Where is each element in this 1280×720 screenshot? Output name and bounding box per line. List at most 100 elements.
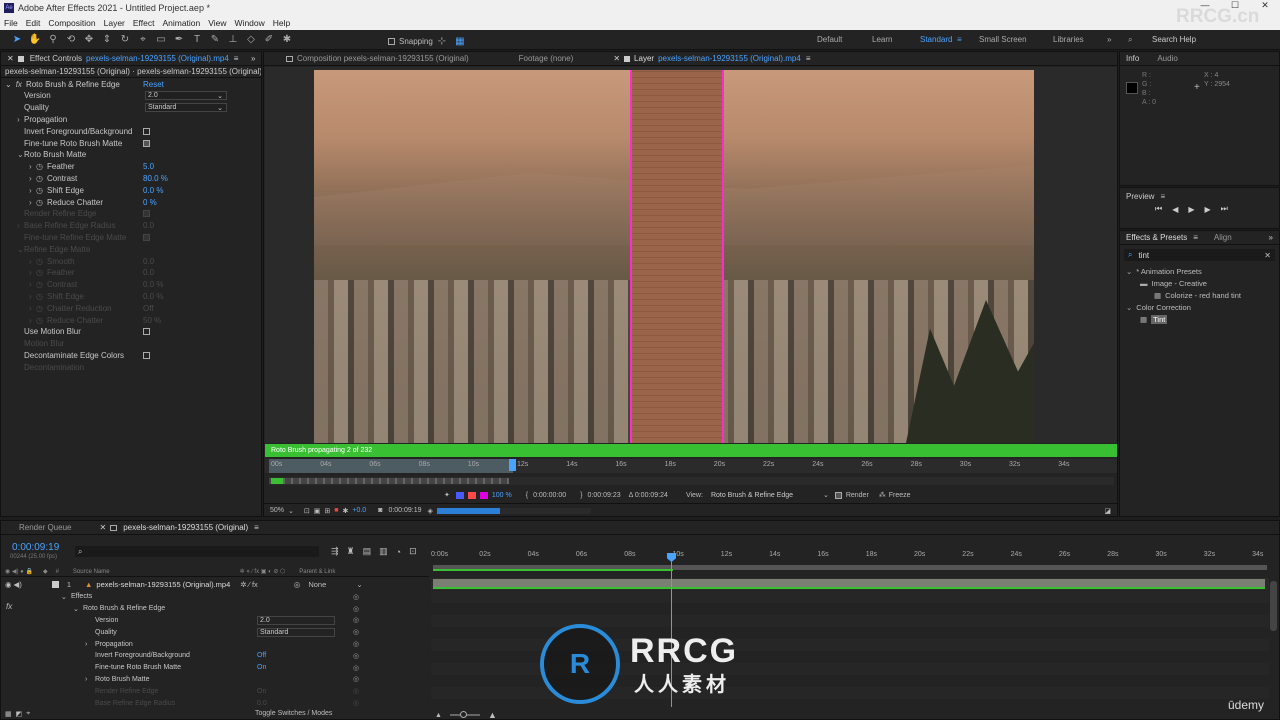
expand-arrow-icon[interactable]: › [29,316,32,325]
expand-arrow-icon[interactable]: ⌄ [17,150,24,159]
effect-prop-checkbox[interactable] [143,127,150,135]
effect-prop-value[interactable]: 0.0 % [143,280,163,289]
effect-prop-value[interactable]: 0 % [143,198,157,207]
expand-arrow-icon[interactable]: › [29,292,32,301]
timeline-prop-dropdown[interactable]: 2.0 [257,615,335,625]
pickwhip-icon[interactable]: ◎ [294,580,301,589]
out-point-icon[interactable]: } [580,492,582,499]
timeline-prop-row[interactable]: ⌄ Roto Brush & Refine Edge ◎ [1,603,429,615]
expand-arrow-icon[interactable]: › [17,221,20,230]
expand-arrow-icon[interactable]: ⌄ [17,245,24,254]
workspace-menu-icon[interactable]: ≡ [957,35,962,44]
effect-prop-row[interactable]: › ◷ Feather 0.0 [1,267,256,279]
stopwatch-icon[interactable]: ◷ [36,304,43,313]
stopwatch-icon[interactable]: ◷ [36,186,43,195]
close-layer-tab-icon[interactable]: ✕ [613,54,620,63]
expression-pickwhip-icon[interactable]: ◎ [353,699,359,707]
orbit-tool-icon[interactable]: ⟲ [64,33,78,47]
pen-tool-icon[interactable]: ✒ [172,33,186,47]
freeze-button[interactable]: Freeze [889,492,911,499]
viewer-canvas[interactable] [265,67,1117,443]
effect-prop-dropdown[interactable]: Standard ⌄ [145,102,227,112]
panel-menu-icon[interactable]: ≡ [1193,233,1198,242]
shy-layers-icon[interactable]: ▤ [363,546,372,557]
effect-prop-checkbox[interactable] [143,139,150,147]
in-time[interactable]: 0:00:00:00 [533,492,566,499]
viewer-playhead[interactable] [509,459,516,471]
timeline-comp-tab[interactable]: pexels-selman-19293155 (Original) [123,523,248,532]
in-point-icon[interactable]: { [526,492,528,499]
magnification-dropdown[interactable]: 50% [270,507,284,514]
clear-search-icon[interactable]: ✕ [1264,251,1271,260]
expression-pickwhip-icon[interactable]: ◎ [353,652,359,660]
preset-tree-item[interactable]: ▦ Colorize - red hand tint [1120,289,1279,301]
info-tab[interactable]: Info [1126,54,1139,63]
motion-blur-icon[interactable]: ◔ [396,547,401,557]
stopwatch-icon[interactable]: ◷ [36,280,43,289]
rotate-tool-icon[interactable]: ↻ [118,33,132,47]
effect-prop-row[interactable]: › ◷ Contrast 80.0 % [1,173,256,185]
view-dropdown[interactable]: Roto Brush & Refine Edge [711,492,823,499]
eraser-tool-icon[interactable]: ◇ [244,33,258,47]
menu-animation[interactable]: Animation [162,18,200,28]
in-out-toggle-icon[interactable]: ⌖ [26,710,30,718]
effects-search-input[interactable]: tint [1138,251,1149,260]
channel-toggle-icon[interactable] [455,491,464,499]
expand-arrow-icon[interactable]: › [29,186,32,195]
effect-prop-value[interactable]: 0.0 % [143,186,163,195]
timeline-prop-row[interactable]: Render Refine Edge On ◎ [1,685,429,697]
timeline-prop-row[interactable]: ⌄ Effects ◎ [1,591,429,603]
close-tab-icon[interactable]: ✕ [99,523,106,532]
layer-switches[interactable]: ✲ ∕ fx [240,580,258,589]
expand-arrow-icon[interactable]: › [29,257,32,266]
effect-prop-row[interactable]: › ◷ Contrast 0.0 % [1,279,256,291]
reset-link[interactable]: Reset [143,80,164,89]
graph-editor-icon[interactable]: ⊡ [409,546,417,557]
menu-window[interactable]: Window [235,18,265,28]
chevron-down-icon[interactable]: ⌄ [217,92,223,100]
timeline-prop-row[interactable]: Fine-tune Roto Brush Matte On ◎ [1,662,429,674]
stopwatch-icon[interactable]: ◷ [36,162,43,171]
anchor-tool-icon[interactable]: ⌖ [136,33,150,47]
search-help-icon[interactable]: ⌕ [1128,35,1132,45]
effect-prop-row[interactable]: › Base Refine Edge Radius 0.0 [1,220,256,232]
alpha-toggle-icon[interactable] [467,491,476,499]
cache-icon[interactable]: ◈ [428,507,433,515]
zoom-slider-knob[interactable] [459,711,467,718]
effect-prop-value[interactable]: 0.0 [143,257,154,266]
composition-tab[interactable]: Composition pexels-selman-19293155 (Orig… [297,54,469,63]
chevron-down-icon[interactable]: ⌄ [288,507,294,515]
align-tab[interactable]: Align [1214,233,1232,242]
roto-brush-tool-icon[interactable]: ✐ [262,33,276,47]
selection-tool-icon[interactable]: ➤ [10,33,24,47]
effects-presets-tab[interactable]: Effects & Presets [1126,233,1187,242]
menu-file[interactable]: File [4,18,18,28]
effect-prop-row[interactable]: Decontamination [1,361,256,373]
effect-prop-row[interactable]: › ◷ Reduce Chatter 50 % [1,314,256,326]
effect-prop-row[interactable]: › ◷ Shift Edge 0.0 % [1,291,256,303]
toggle-switches-modes[interactable]: Toggle Switches / Modes [255,710,332,717]
effect-prop-checkbox[interactable] [143,210,150,218]
effect-prop-value[interactable]: Off [143,304,154,313]
more-workspaces-icon[interactable]: » [1107,35,1111,44]
last-frame-icon[interactable]: ⏭ [1221,204,1228,214]
layer-switches-toggle-icon[interactable]: ▦ [5,710,12,718]
chevron-down-icon[interactable]: ⌄ [217,104,223,112]
effect-prop-row[interactable]: Use Motion Blur [1,326,256,338]
expand-arrow-icon[interactable]: › [17,115,20,124]
preset-tree-item[interactable]: ⌄ Color Correction [1120,301,1279,313]
expand-arrow-icon[interactable]: › [29,198,32,207]
color-channels-icon[interactable]: ■ [334,507,338,514]
panel-menu-icon[interactable]: ≡ [254,523,259,532]
hand-tool-icon[interactable]: ✋ [28,33,42,47]
footage-frame[interactable] [314,70,1034,443]
expand-panels-icon[interactable]: » [1269,233,1273,242]
effect-prop-value[interactable]: 5.0 [143,162,154,171]
effect-prop-row[interactable]: Invert Foreground/Background [1,125,256,137]
frame-blending-icon[interactable]: ▥ [379,546,388,557]
effect-row[interactable]: ⌄ fx Roto Brush & Refine Edge Reset [1,78,261,90]
transfer-controls-icon[interactable]: ◩ [16,710,23,718]
effect-prop-value[interactable]: 50 % [143,316,161,325]
close-tab-icon[interactable]: ✕ [7,54,14,63]
timeline-prop-value[interactable]: On [257,688,266,695]
